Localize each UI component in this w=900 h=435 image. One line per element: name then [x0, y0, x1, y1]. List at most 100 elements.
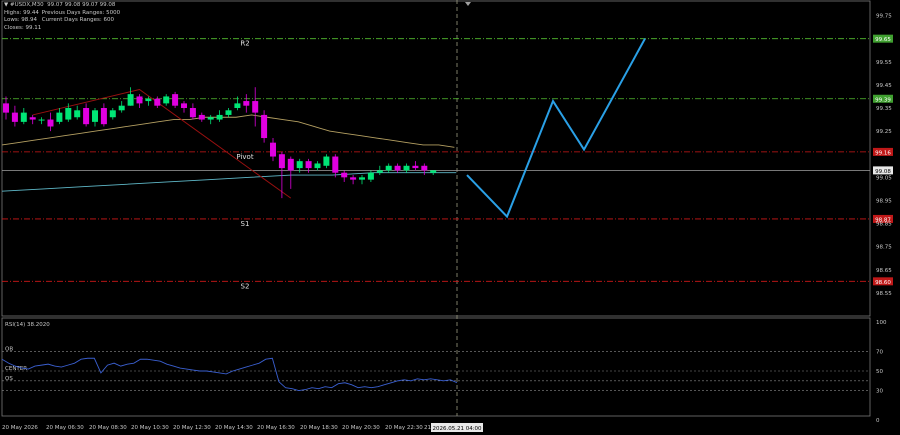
candle — [376, 165, 383, 176]
candle-body — [11, 112, 18, 122]
candle — [181, 101, 187, 113]
candle — [3, 96, 9, 120]
candle — [100, 103, 107, 127]
time-axis-label: 20 May 2026 — [2, 425, 38, 431]
candle — [216, 110, 223, 122]
price-axis-tick-label: 99.55 — [876, 60, 892, 66]
pivot-level-label: S2 — [241, 282, 250, 290]
candle-body — [270, 142, 276, 157]
time-axis-label: 21 — [424, 425, 431, 431]
candle-body — [376, 170, 383, 173]
candle-body — [56, 112, 63, 122]
candle-body — [243, 101, 250, 106]
candle — [83, 103, 90, 127]
candle-body — [278, 154, 285, 169]
candle — [136, 94, 143, 108]
candle-body — [367, 172, 374, 180]
candle — [225, 108, 232, 118]
time-axis-label: 20 May 08:30 — [89, 425, 127, 431]
candle-body — [412, 165, 419, 169]
candle-body — [261, 114, 268, 139]
price-chart[interactable]: R2 99.6599.39Pivot 99.16S1 98.87S2 98.6099.0… — [0, 0, 900, 435]
current-time-tag-text: 2026.05.21 04:00 — [432, 426, 482, 432]
time-axis-label: 20 May 20:30 — [342, 425, 380, 431]
price-pane-frame — [1, 0, 871, 317]
rsi-axis-tick-label: 70 — [876, 349, 883, 355]
candle-body — [430, 170, 437, 173]
candle-body — [385, 165, 392, 171]
candle — [350, 175, 357, 185]
candle-body — [287, 158, 294, 171]
candle — [47, 112, 54, 132]
candle-body — [3, 103, 9, 113]
level-price-tag-text: 99.65 — [875, 37, 891, 43]
time-axis-label: 20 May 18:30 — [300, 425, 338, 431]
candle — [385, 163, 392, 173]
candle — [252, 87, 259, 127]
candle — [287, 156, 294, 189]
candle — [127, 87, 134, 106]
candle-body — [145, 98, 152, 102]
candle — [29, 114, 36, 125]
current-price-tag-text: 99.08 — [875, 169, 891, 175]
time-axis-label: 20 May 10:30 — [131, 425, 169, 431]
candle — [74, 105, 81, 120]
candle — [332, 154, 339, 178]
candle-body — [109, 110, 116, 118]
pivot-level-label: R2 — [240, 40, 249, 48]
candle-body — [127, 94, 134, 106]
rsi-level-label: OS — [5, 376, 13, 382]
rsi-level-label: OB — [5, 346, 13, 352]
rsi-line — [1, 357, 458, 392]
rsi-axis-tick-label: 30 — [876, 389, 883, 395]
price-axis-tick-label: 99.05 — [876, 175, 892, 181]
candle-body — [29, 117, 36, 120]
candle-body — [225, 110, 232, 115]
candle — [323, 154, 330, 169]
candle — [341, 170, 348, 182]
time-axis-label: 20 May 14:30 — [215, 425, 253, 431]
candle-body — [350, 177, 357, 180]
time-axis-label: 20 May 06:30 — [46, 425, 84, 431]
price-axis-tick-label: 98.55 — [876, 291, 892, 297]
candle-body — [394, 165, 401, 171]
candle-body — [38, 119, 45, 121]
candle-body — [181, 103, 187, 108]
pivot-level-label: Pivot — [236, 153, 253, 161]
rsi-pane-frame — [1, 317, 871, 417]
candle-body — [198, 114, 205, 120]
candle-body — [421, 165, 428, 171]
price-axis-tick-label: 99.35 — [876, 106, 892, 112]
candle-body — [234, 103, 241, 108]
rsi-axis-tick-label: 100 — [876, 320, 887, 326]
candle — [359, 175, 365, 185]
candle-body — [74, 110, 81, 118]
candle-body — [314, 163, 321, 169]
rsi-level-label: CENTER — [5, 366, 27, 372]
candle-body — [359, 177, 365, 180]
candle — [198, 112, 205, 122]
candle-body — [296, 161, 303, 169]
candle — [421, 163, 428, 176]
forecast-path-line — [466, 38, 646, 219]
candle-body — [163, 96, 170, 104]
candle-body — [216, 114, 223, 120]
level-price-tag-text: 99.39 — [875, 97, 891, 103]
price-axis-tick-label: 98.95 — [876, 198, 892, 204]
rsi-title: RSI(14) 38.2020 — [5, 322, 50, 328]
candle — [367, 170, 374, 182]
candle-body — [207, 117, 214, 120]
candle — [109, 108, 116, 120]
candle — [314, 161, 321, 171]
candle — [189, 103, 196, 120]
candle — [163, 94, 170, 106]
candle-body — [47, 119, 54, 127]
candle — [207, 114, 214, 125]
candle — [394, 163, 401, 173]
rsi-axis-tick-label: 0 — [876, 418, 880, 424]
candle — [92, 108, 98, 127]
candle-body — [403, 165, 410, 171]
candle — [243, 94, 250, 113]
candle — [270, 138, 276, 162]
price-axis-tick-label: 99.75 — [876, 14, 892, 20]
